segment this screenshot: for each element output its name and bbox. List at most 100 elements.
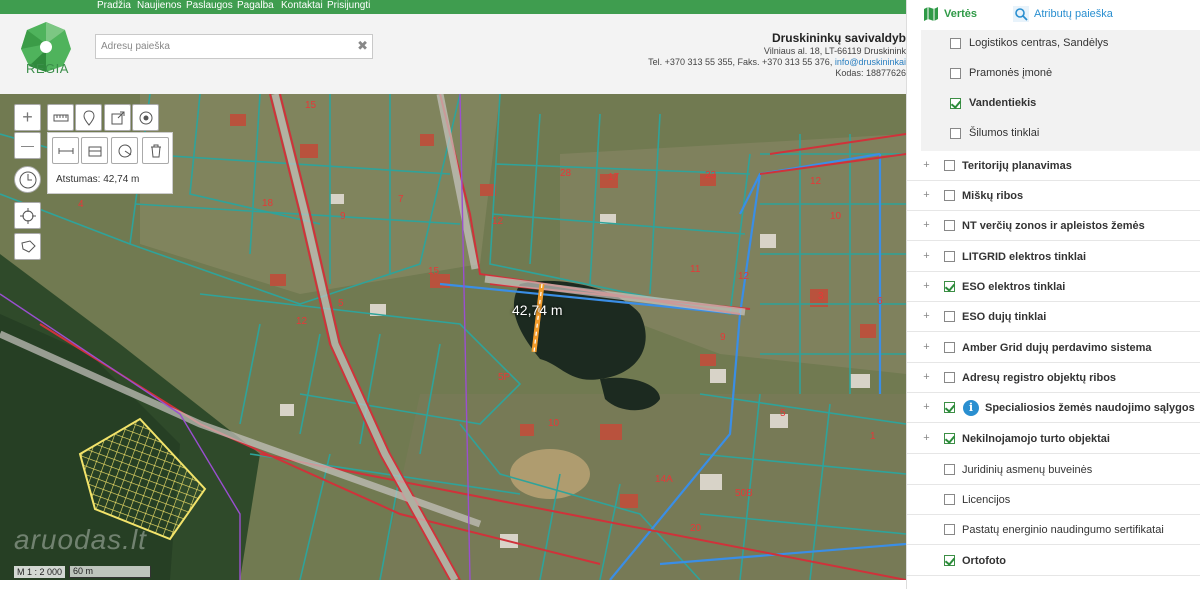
expand-icon[interactable]: +: [921, 402, 932, 413]
layer-item[interactable]: + LITGRID elektros tinklai: [907, 242, 1200, 272]
municipality-email-link[interactable]: info@druskininkai: [835, 57, 906, 67]
app-window: Pradžia Naujienos Paslaugos Pagalba Kont…: [0, 0, 1200, 589]
expand-icon[interactable]: +: [921, 190, 932, 201]
nav-link-pagalba[interactable]: Pagalba: [237, 0, 274, 12]
sublayer-item[interactable]: Vandentiekis: [907, 88, 1200, 118]
zoom-out-button[interactable]: —: [14, 132, 41, 159]
sublayer-item[interactable]: Logistikos centras, Sandėlys: [907, 28, 1200, 58]
measure-area-icon: [88, 146, 101, 156]
layer-checkbox[interactable]: [944, 251, 955, 262]
layer-checkbox[interactable]: [944, 281, 955, 292]
layer-list: Logistikos centras, Sandėlys Pramonės įmo…: [907, 30, 1200, 589]
sublayer-label: Vandentiekis: [969, 97, 1037, 109]
top-nav: Pradžia Naujienos Paslaugos Pagalba Kont…: [0, 0, 906, 14]
municipality-info: Druskininkų savivaldyb Vilniaus al. 18, …: [616, 31, 906, 79]
svg-text:9: 9: [720, 332, 726, 343]
layer-item[interactable]: + Adresų registro objektų ribos: [907, 363, 1200, 393]
layer-item[interactable]: + Nekilnojamojo turto objektai: [907, 424, 1200, 454]
nav-link-paslaugos[interactable]: Paslaugos: [186, 0, 233, 12]
address-search-box: ✖: [95, 34, 373, 59]
layer-item[interactable]: + ESO dujų tinklai: [907, 302, 1200, 332]
info-icon[interactable]: i: [963, 399, 979, 416]
layer-checkbox[interactable]: [944, 464, 955, 475]
measure-line-icon: [58, 147, 73, 154]
nav-link-pradzia[interactable]: Pradžia: [97, 0, 131, 12]
address-search-input[interactable]: [96, 35, 346, 58]
sublayer-item[interactable]: Šilumos tinklai: [907, 118, 1200, 148]
measure-radius-icon: [118, 144, 131, 157]
tab-layers[interactable]: Vertės: [923, 6, 977, 22]
sublayer-item[interactable]: Pramonės įmonė: [907, 58, 1200, 88]
expand-icon[interactable]: +: [921, 372, 932, 383]
layer-item[interactable]: + ESO elektros tinklai: [907, 272, 1200, 302]
measure-distance-tool[interactable]: [47, 104, 74, 131]
layer-checkbox[interactable]: [944, 311, 955, 322]
sublayer-checkbox[interactable]: [950, 97, 961, 109]
layer-checkbox[interactable]: [944, 433, 955, 444]
svg-text:10: 10: [830, 211, 842, 222]
measure-area-tool[interactable]: [81, 137, 108, 164]
draw-area-button[interactable]: [14, 233, 41, 260]
layer-checkbox[interactable]: [944, 220, 955, 231]
layer-checkbox[interactable]: [944, 555, 955, 566]
layer-checkbox[interactable]: [944, 402, 955, 413]
nav-link-prisijungti[interactable]: Prisijungti: [327, 0, 370, 12]
locate-point-tool[interactable]: [132, 104, 159, 131]
layer-item[interactable]: + Miškų ribos: [907, 181, 1200, 211]
layer-checkbox[interactable]: [944, 190, 955, 201]
expand-icon[interactable]: +: [921, 311, 932, 322]
history-button[interactable]: [14, 166, 41, 193]
zoom-in-button[interactable]: +: [14, 104, 41, 131]
export-button[interactable]: [104, 104, 131, 131]
layer-label: ESO elektros tinklai: [962, 280, 1066, 293]
layer-checkbox[interactable]: [944, 160, 955, 171]
layer-item[interactable]: + NT verčių zonos ir apleistos žemės: [907, 211, 1200, 241]
svg-text:5P: 5P: [498, 372, 511, 383]
nav-link-naujienos[interactable]: Naujienos: [137, 0, 181, 12]
municipality-phone: Tel. +370 313 55 355, Faks. +370 313 55 …: [648, 57, 835, 67]
svg-text:12: 12: [492, 216, 504, 227]
layer-item[interactable]: Licencijos: [907, 485, 1200, 515]
map-view[interactable]: 15 18 9 7 12 28 17 23 12 10 11 12 3 6 15 5 12 9 5 1 14…: [0, 94, 906, 580]
my-location-button[interactable]: [14, 202, 41, 229]
layer-item[interactable]: + i Specialiosios žemės naudojimo sąlygos: [907, 393, 1200, 423]
expand-icon[interactable]: +: [921, 160, 932, 171]
clear-measure-button[interactable]: [142, 137, 169, 164]
measure-radius-tool[interactable]: [111, 137, 138, 164]
footer-strip: [0, 580, 906, 589]
expand-icon[interactable]: +: [921, 281, 932, 292]
layer-checkbox[interactable]: [944, 494, 955, 505]
place-marker-tool[interactable]: [75, 104, 102, 131]
clear-search-icon[interactable]: ✖: [357, 38, 368, 54]
tab-attribute-search[interactable]: Atributų paieška: [1013, 6, 1113, 22]
layer-checkbox[interactable]: [944, 342, 955, 353]
layer-label: Amber Grid dujų perdavimo sistema: [962, 341, 1152, 354]
crosshair-icon: [19, 207, 36, 224]
layer-item[interactable]: + Teritorijų planavimas: [907, 151, 1200, 181]
svg-text:5: 5: [338, 298, 344, 309]
expand-icon[interactable]: +: [921, 433, 932, 444]
svg-text:1: 1: [870, 431, 876, 442]
svg-text:10: 10: [548, 418, 560, 429]
layer-item[interactable]: + Amber Grid dujų perdavimo sistema: [907, 333, 1200, 363]
layer-checkbox[interactable]: [944, 372, 955, 383]
tab-attribute-search-label: Atributų paieška: [1034, 8, 1113, 20]
nav-link-kontaktai[interactable]: Kontaktai: [281, 0, 323, 12]
target-icon: [139, 111, 152, 124]
sublayer-checkbox[interactable]: [950, 37, 961, 49]
sublayer-checkbox[interactable]: [950, 67, 961, 79]
layer-item[interactable]: Ortofoto: [907, 546, 1200, 576]
trash-icon: [150, 144, 161, 157]
expand-icon[interactable]: +: [921, 342, 932, 353]
measure-line-tool[interactable]: [52, 137, 79, 164]
expand-icon[interactable]: +: [921, 220, 932, 231]
layer-item[interactable]: Pastatų energinio naudingumo sertifikata…: [907, 515, 1200, 545]
measure-panel: Atstumas: 42,74 m: [47, 132, 173, 194]
scale-bar: M 1 : 2 000 60 m: [14, 566, 152, 578]
expand-icon[interactable]: +: [921, 251, 932, 262]
header: REGIA ✖ Druskininkų savivaldyb Vilniaus …: [0, 14, 906, 94]
layer-label: Pastatų energinio naudingumo sertifikata…: [962, 523, 1164, 536]
layer-item[interactable]: Juridinių asmenų buveinės: [907, 455, 1200, 485]
layer-checkbox[interactable]: [944, 524, 955, 535]
sublayer-checkbox[interactable]: [950, 127, 961, 139]
